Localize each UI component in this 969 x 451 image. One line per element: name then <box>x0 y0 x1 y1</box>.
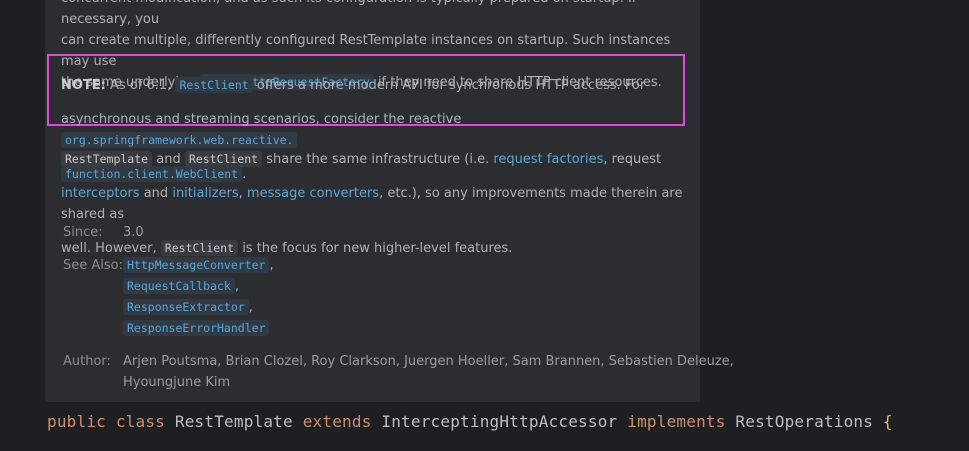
doc-text: and <box>143 186 169 201</box>
since-label: Since: <box>63 225 103 240</box>
link-interceptors[interactable]: interceptors <box>61 186 140 201</box>
author-value: Arjen Poutsma, Brian Clozel, Roy Clarkso… <box>123 351 734 393</box>
keyword-extends: extends <box>302 412 372 431</box>
doc-text: As of 6.1, <box>110 78 172 93</box>
link-initializers[interactable]: initializers <box>172 186 238 201</box>
see-also-label: See Also: <box>63 258 123 273</box>
class-declaration-line[interactable]: public class RestTemplate extends Interc… <box>47 412 893 431</box>
class-name[interactable]: RestTemplate <box>175 412 293 431</box>
parent-class-name[interactable]: InterceptingHttpAccessor <box>381 412 617 431</box>
doc-text: and <box>156 152 181 167</box>
doc-text: concurrent modification, and as such its… <box>61 0 636 27</box>
doc-text: share the same infrastructure (i.e. <box>266 152 490 167</box>
see-also-link[interactable]: ResponseErrorHandler <box>123 320 270 336</box>
javadoc-tags: Since: 3.0 See Also: HttpMessageConverte… <box>63 222 734 405</box>
open-brace: { <box>882 412 893 431</box>
interface-name[interactable]: RestOperations <box>735 412 873 431</box>
keyword-class: class <box>115 412 166 431</box>
doc-text: offers a more modern API for synchronous… <box>256 78 646 93</box>
link-request-factories[interactable]: request factories <box>493 152 603 167</box>
author-line: Arjen Poutsma, Brian Clozel, Roy Clarkso… <box>123 354 734 369</box>
see-also-list: HttpMessageConverter, RequestCallback, R… <box>123 255 274 339</box>
code-restclient: RestClient <box>184 151 263 167</box>
see-also-row: See Also: HttpMessageConverter, RequestC… <box>63 255 734 339</box>
author-line: Hyoungjune Kim <box>123 375 231 390</box>
note-label: NOTE: <box>61 78 106 93</box>
see-also-link[interactable]: HttpMessageConverter <box>123 257 270 273</box>
since-row: Since: 3.0 <box>63 222 734 243</box>
code-link-restclient[interactable]: RestClient <box>175 77 253 93</box>
author-row: Author: Arjen Poutsma, Brian Clozel, Roy… <box>63 351 734 393</box>
keyword-public: public <box>47 412 106 431</box>
since-value: 3.0 <box>123 225 144 240</box>
doc-text: asynchronous and streaming scenarios, co… <box>61 112 462 127</box>
code-resttemplate: RestTemplate <box>61 151 153 167</box>
link-message-converters[interactable]: message converters <box>247 186 379 201</box>
author-label: Author: <box>63 354 111 369</box>
doc-text: , <box>238 186 243 201</box>
see-also-link[interactable]: RequestCallback <box>123 278 235 294</box>
doc-text: , request <box>603 152 662 167</box>
keyword-implements: implements <box>627 412 726 431</box>
see-also-link[interactable]: ResponseExtractor <box>123 299 249 315</box>
